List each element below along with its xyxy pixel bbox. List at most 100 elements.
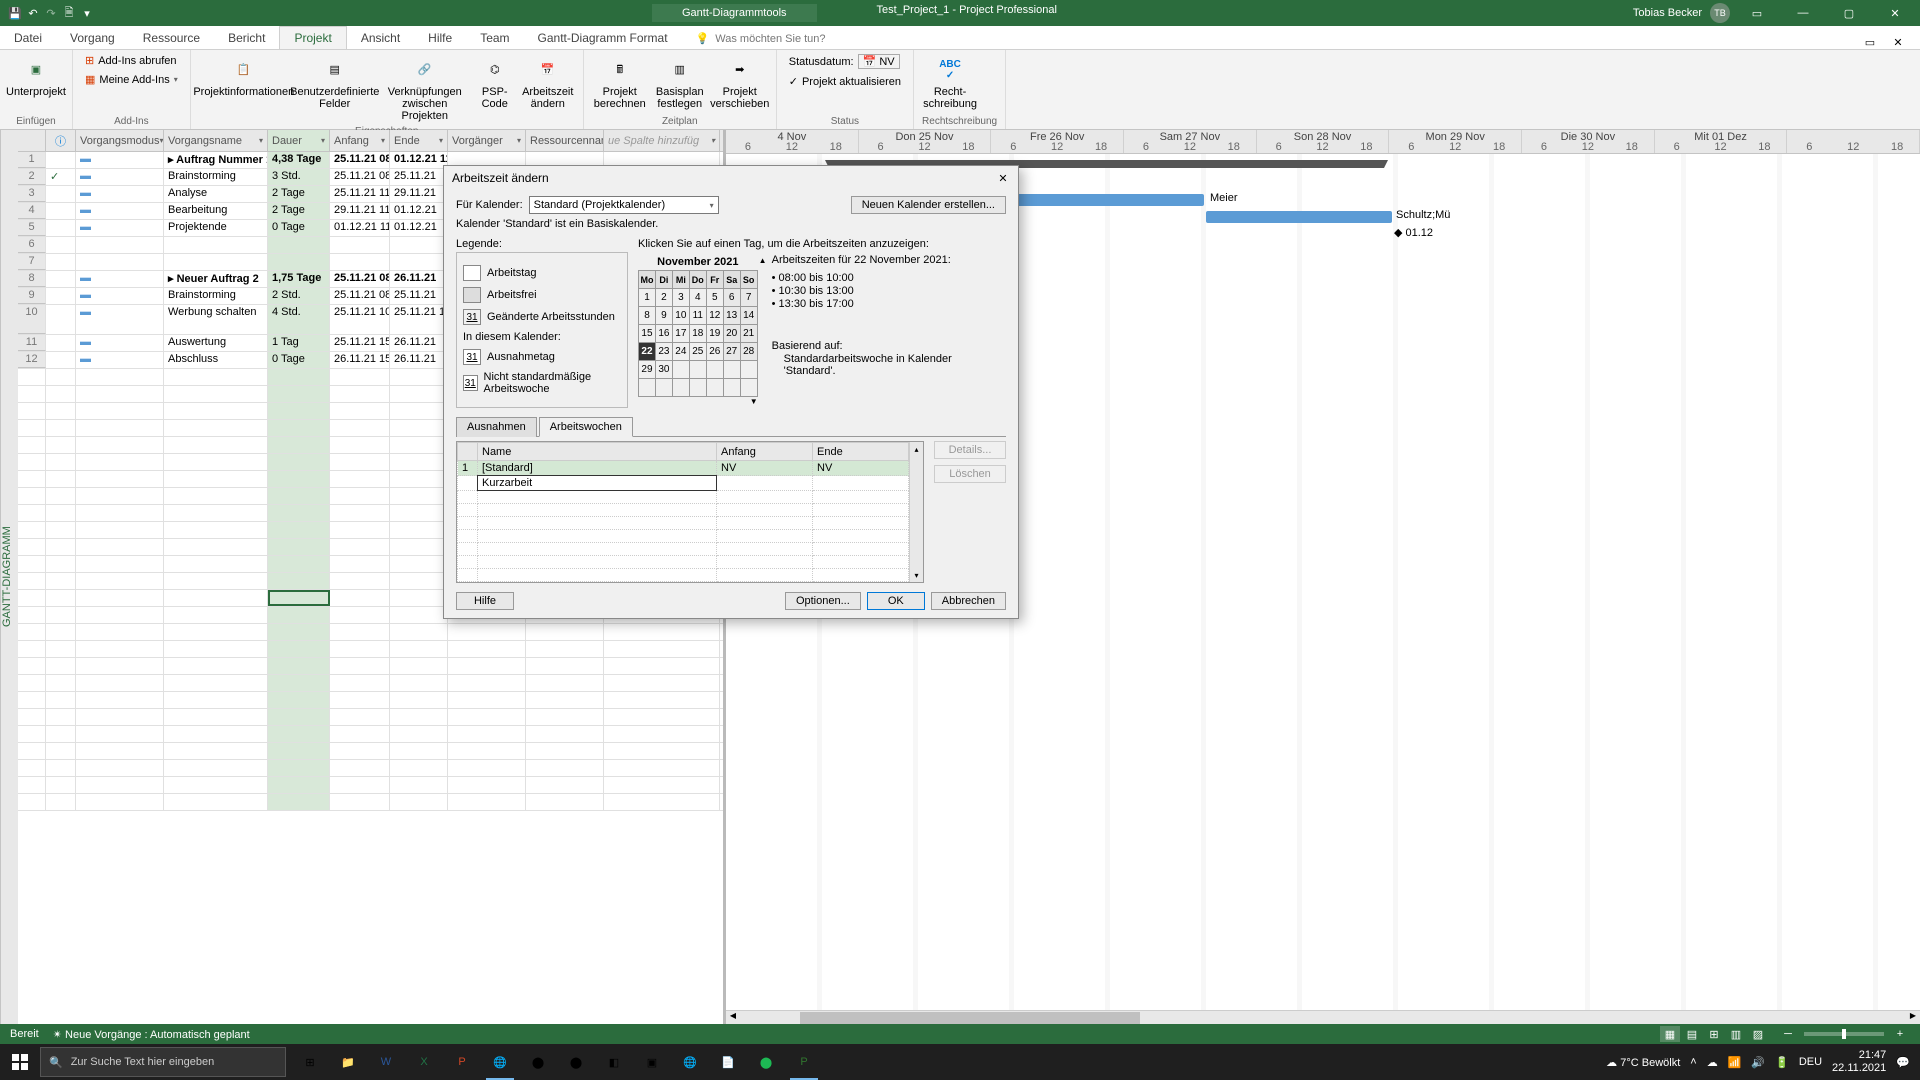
calendar-day[interactable]: 1 xyxy=(639,289,656,307)
calendar-day[interactable]: 22 xyxy=(639,343,656,361)
user-name[interactable]: Tobias Becker xyxy=(1633,7,1702,19)
battery-icon[interactable]: 🔋 xyxy=(1775,1056,1789,1069)
mini-calendar[interactable]: November 2021▲ MoDiMiDoFrSaSo12345678910… xyxy=(638,254,758,406)
chrome-icon[interactable]: ⬤ xyxy=(520,1044,556,1080)
spotify-icon[interactable]: ⬤ xyxy=(748,1044,784,1080)
qat-customize-icon[interactable]: ▾ xyxy=(80,6,94,20)
calendar-day[interactable]: 14 xyxy=(741,307,758,325)
header-anfang[interactable]: Anfang▾ xyxy=(330,130,390,151)
aktualisieren-button[interactable]: ✓Projekt aktualisieren xyxy=(785,73,905,90)
powerpoint-icon[interactable]: P xyxy=(444,1044,480,1080)
empty-row[interactable] xyxy=(18,760,723,777)
zoom-slider[interactable] xyxy=(1804,1032,1884,1036)
empty-row[interactable] xyxy=(18,658,723,675)
tab-ansicht[interactable]: Ansicht xyxy=(347,27,414,49)
doc-icon[interactable]: 🗎 xyxy=(62,6,76,20)
meine-addins-button[interactable]: ▦Meine Add-Ins▾ xyxy=(81,71,182,88)
edge-icon[interactable]: 🌐 xyxy=(482,1044,518,1080)
word-icon[interactable]: W xyxy=(368,1044,404,1080)
unterprojekt-button[interactable]: ▣ Unterprojekt xyxy=(8,52,64,100)
start-button[interactable] xyxy=(0,1044,40,1080)
task-view-icon[interactable]: ⊞ xyxy=(292,1044,328,1080)
calendar-day[interactable]: 20 xyxy=(724,325,741,343)
rechtschreibung-button[interactable]: ABC✓Recht-schreibung xyxy=(922,52,978,112)
wifi-icon[interactable]: 📶 xyxy=(1728,1056,1742,1069)
tab-bericht[interactable]: Bericht xyxy=(214,27,279,49)
calendar-day[interactable]: 23 xyxy=(656,343,673,361)
calendar-day[interactable]: 18 xyxy=(690,325,707,343)
table-scrollbar[interactable]: ▴ ▾ xyxy=(909,442,923,582)
obs-icon[interactable]: ⬤ xyxy=(558,1044,594,1080)
header-dauer[interactable]: Dauer▾ xyxy=(268,130,330,151)
optionen-button[interactable]: Optionen... xyxy=(785,592,861,610)
save-icon[interactable]: 💾 xyxy=(8,6,22,20)
redo-icon[interactable]: ↷ xyxy=(44,6,58,20)
onedrive-icon[interactable]: ☁ xyxy=(1707,1056,1718,1069)
statusdatum-field[interactable]: Statusdatum: 📅 NV xyxy=(785,52,905,71)
calendar-day[interactable]: 27 xyxy=(724,343,741,361)
view-gantt-icon[interactable]: ▦ xyxy=(1660,1026,1680,1042)
status-schedule-mode[interactable]: ✴ Neue Vorgänge : Automatisch geplant xyxy=(53,1028,250,1041)
benutzerdef-button[interactable]: ▤Benutzerdefinierte Felder xyxy=(293,52,377,112)
timeline-day[interactable]: Mit 01 Dez61218 xyxy=(1655,130,1788,153)
arbeitszeit-button[interactable]: 📅Arbeitszeit ändern xyxy=(521,52,575,112)
empty-row[interactable] xyxy=(18,726,723,743)
app-icon[interactable]: 🌐 xyxy=(672,1044,708,1080)
berechnen-button[interactable]: 🖩Projekt berechnen xyxy=(592,52,648,112)
timeline-day[interactable]: Sam 27 Nov61218 xyxy=(1124,130,1257,153)
hilfe-button[interactable]: Hilfe xyxy=(456,592,514,610)
view-resource-icon[interactable]: ▨ xyxy=(1748,1026,1768,1042)
tab-team[interactable]: Team xyxy=(466,27,523,49)
tray-chevron-icon[interactable]: ˄ xyxy=(1690,1056,1696,1068)
tab-hilfe[interactable]: Hilfe xyxy=(414,27,466,49)
header-name[interactable]: Vorgangsname▾ xyxy=(164,130,268,151)
calendar-day[interactable]: 11 xyxy=(690,307,707,325)
empty-row[interactable] xyxy=(18,709,723,726)
tab-format[interactable]: Gantt-Diagramm Format xyxy=(524,27,682,49)
view-calendar-icon[interactable]: ▥ xyxy=(1726,1026,1746,1042)
tab-ausnahmen[interactable]: Ausnahmen xyxy=(456,417,537,437)
close-button[interactable]: ✕ xyxy=(1876,0,1914,26)
notification-icon[interactable]: 💬 xyxy=(1896,1056,1910,1069)
verschieben-button[interactable]: ➡Projekt verschieben xyxy=(712,52,768,112)
taskbar-search[interactable]: 🔍Zur Suche Text hier eingeben xyxy=(40,1047,286,1077)
empty-row[interactable] xyxy=(18,624,723,641)
calendar-day[interactable]: 13 xyxy=(724,307,741,325)
empty-row[interactable] xyxy=(18,641,723,658)
timeline-day[interactable]: Son 28 Nov61218 xyxy=(1257,130,1390,153)
timeline-day[interactable]: 4 Nov61218 xyxy=(726,130,859,153)
header-info[interactable]: ⓘ xyxy=(46,130,76,151)
language-indicator[interactable]: DEU xyxy=(1799,1056,1822,1068)
explorer-icon[interactable]: 📁 xyxy=(330,1044,366,1080)
calendar-day[interactable]: 4 xyxy=(690,289,707,307)
calendar-day[interactable]: 28 xyxy=(741,343,758,361)
cal-next-icon[interactable]: ▲ xyxy=(758,256,768,265)
calendar-day[interactable]: 2 xyxy=(656,289,673,307)
psp-button[interactable]: ⌬PSP-Code xyxy=(473,52,517,112)
calendar-day[interactable]: 5 xyxy=(707,289,724,307)
calendar-day[interactable]: 3 xyxy=(673,289,690,307)
zoom-out-icon[interactable]: ─ xyxy=(1778,1026,1798,1042)
header-vorgaenger[interactable]: Vorgänger▾ xyxy=(448,130,526,151)
weather-widget[interactable]: ☁ 7°C Bewölkt xyxy=(1606,1056,1680,1069)
timeline-day[interactable]: Die 30 Nov61218 xyxy=(1522,130,1655,153)
empty-row[interactable] xyxy=(18,675,723,692)
project-icon[interactable]: P xyxy=(786,1044,822,1080)
empty-row[interactable] xyxy=(18,777,723,794)
header-ressource[interactable]: Ressourcennam xyxy=(526,130,604,151)
calendar-day[interactable]: 26 xyxy=(707,343,724,361)
verknuepfung-button[interactable]: 🔗Verknüpfungen zwischen Projekten xyxy=(381,52,469,124)
ribbon-collapse-icon[interactable]: ▭ xyxy=(1738,0,1776,26)
tab-vorgang[interactable]: Vorgang xyxy=(56,27,129,49)
calendar-day[interactable]: 10 xyxy=(673,307,690,325)
tab-ressource[interactable]: Ressource xyxy=(129,27,214,49)
maximize-button[interactable]: ▢ xyxy=(1830,0,1868,26)
header-mode[interactable]: Vorgangsmodus▾ xyxy=(76,130,164,151)
abbrechen-button[interactable]: Abbrechen xyxy=(931,592,1006,610)
gantt-task-bar[interactable] xyxy=(1206,211,1392,223)
minimize-button[interactable]: — xyxy=(1784,0,1822,26)
notepad-icon[interactable]: 📄 xyxy=(710,1044,746,1080)
workweeks-table[interactable]: NameAnfangEnde 1[Standard]NVNV Kurzarbei… xyxy=(456,441,924,583)
details-button[interactable]: Details... xyxy=(934,441,1006,459)
dialog-close-button[interactable]: ✕ xyxy=(988,166,1018,190)
